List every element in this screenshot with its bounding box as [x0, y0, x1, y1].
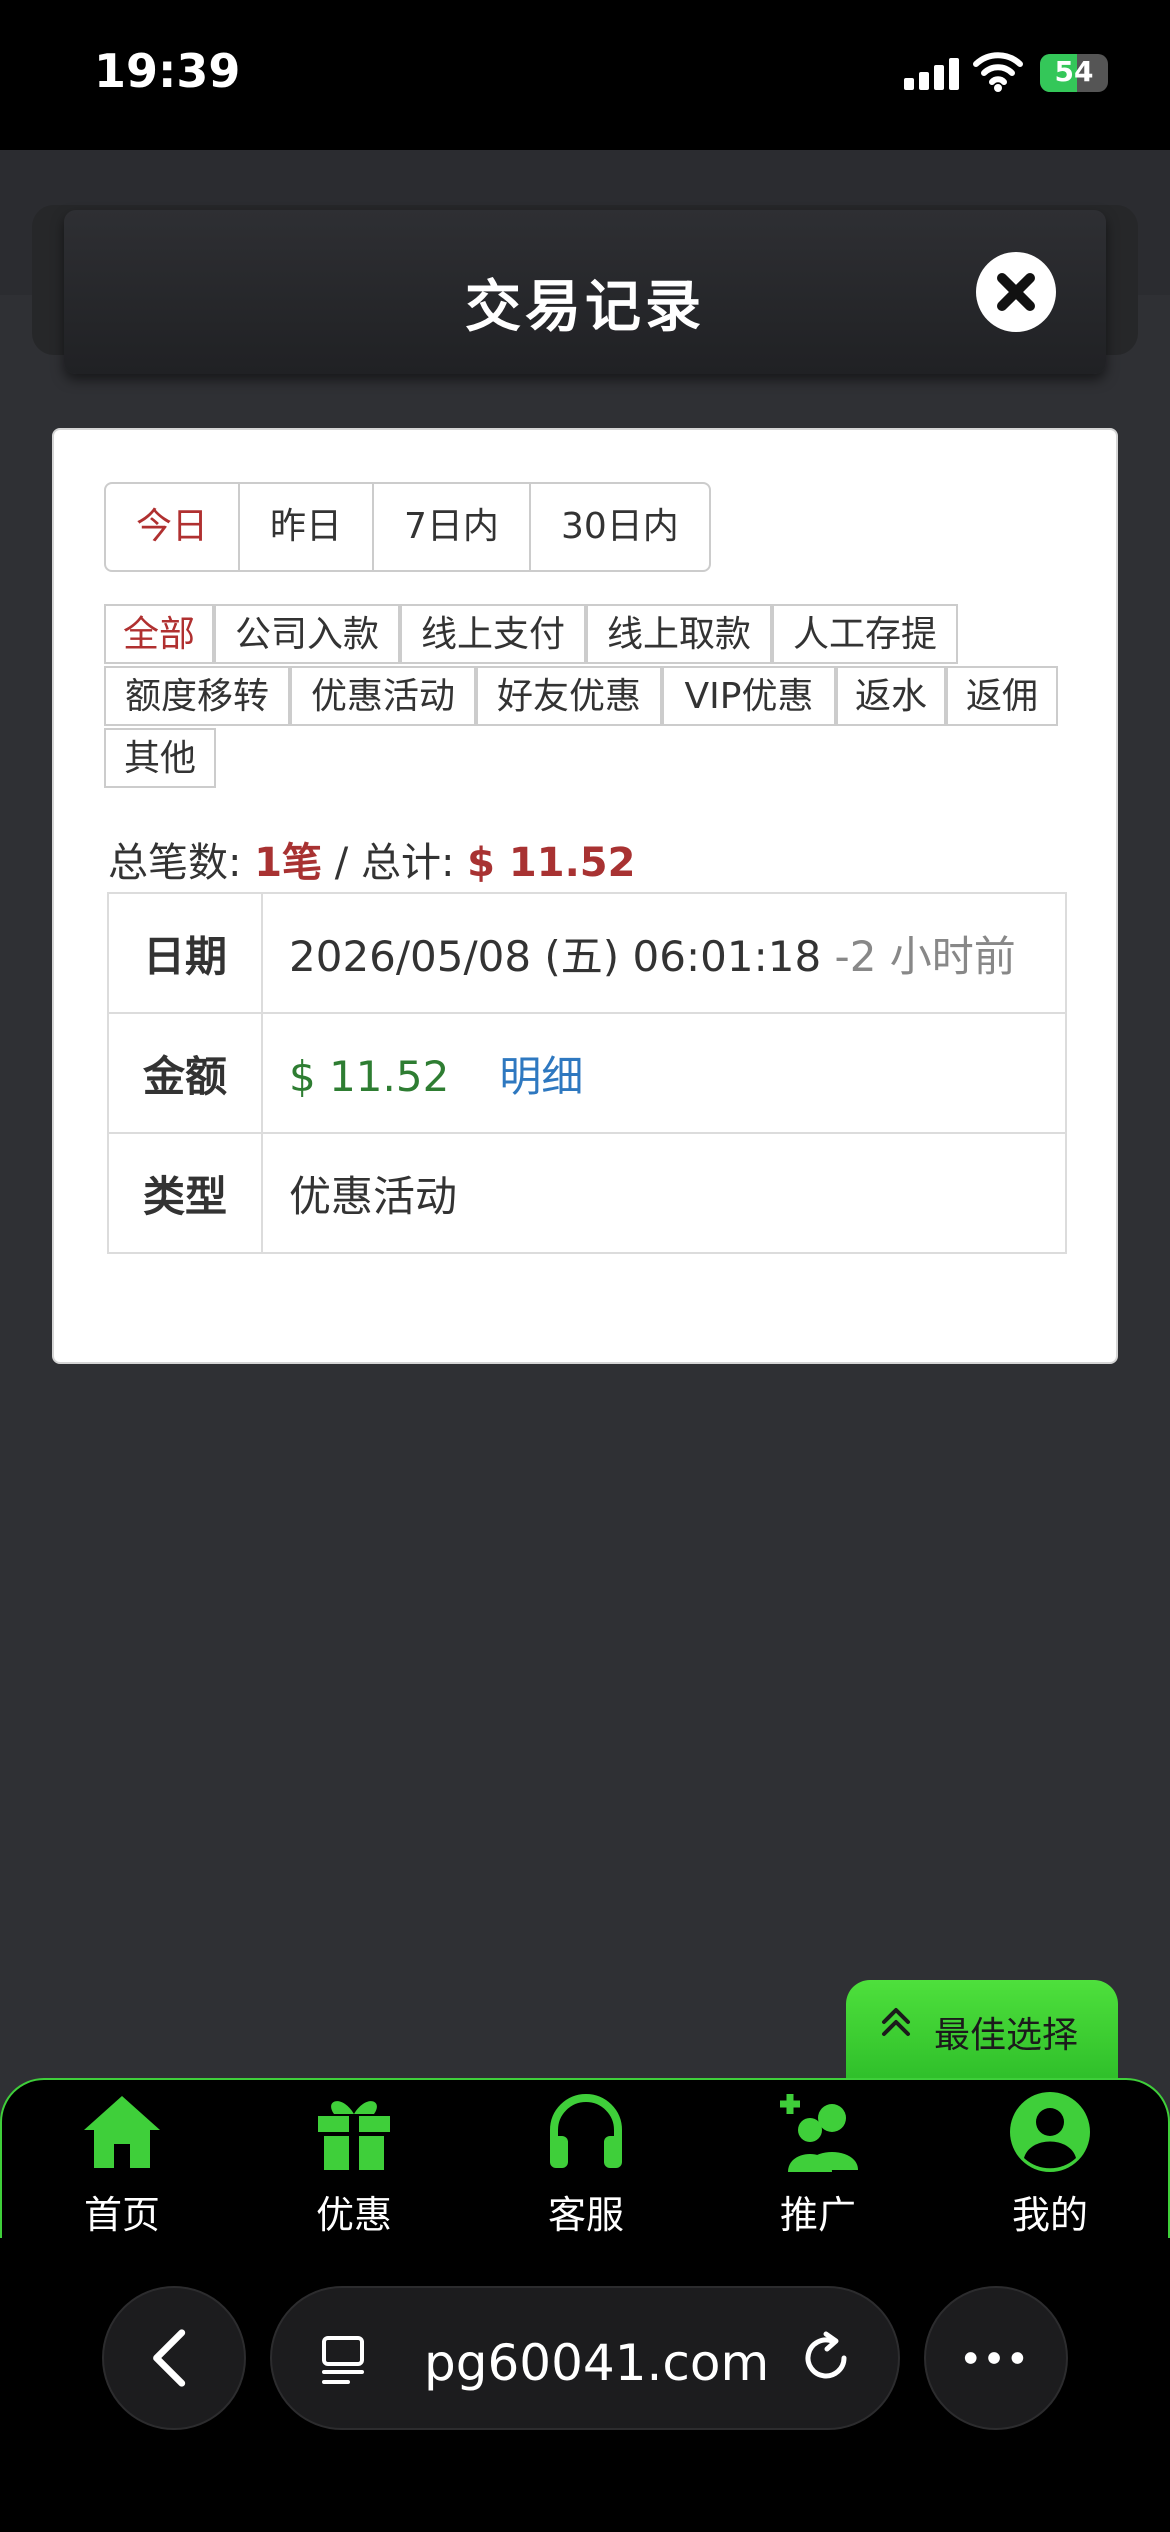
tab-type-rebate[interactable]: 返水 — [836, 666, 946, 726]
date-cell: 2026/05/08 (五) 06:01:18 -2 小时前 — [261, 892, 1067, 1014]
user-icon — [1010, 2092, 1090, 2172]
tab-type-manual[interactable]: 人工存提 — [772, 604, 958, 664]
page-title: 交易记录 — [465, 275, 705, 340]
detail-link[interactable]: 明细 — [499, 1052, 583, 1101]
date-filter-tabs: 今日 昨日 7日内 30日内 — [104, 482, 711, 572]
gift-icon — [318, 2101, 390, 2170]
amount-value: $ 11.52 — [289, 1051, 450, 1101]
table-row: 日期 2026/05/08 (五) 06:01:18 -2 小时前 — [107, 892, 1067, 1014]
tab-type-friend-bonus[interactable]: 好友优惠 — [476, 666, 662, 726]
status-time: 19:39 — [94, 44, 241, 98]
type-value: 优惠活动 — [261, 1132, 1067, 1254]
tab-yesterday[interactable]: 昨日 — [238, 484, 372, 570]
tab-type-commission[interactable]: 返佣 — [946, 666, 1058, 726]
tab-type-promotions[interactable]: 优惠活动 — [290, 666, 476, 726]
table-row: 金额 $ 11.52 明细 — [107, 1012, 1067, 1134]
nav-account[interactable]: 我的 — [970, 2080, 1130, 2240]
record-table: 日期 2026/05/08 (五) 06:01:18 -2 小时前 金额 $ 1… — [107, 892, 1067, 1254]
address-bar[interactable]: pg60041.com — [270, 2286, 900, 2430]
tab-type-online-withdrawal[interactable]: 线上取款 — [586, 604, 772, 664]
best-choice-label: 最佳选择 — [934, 2015, 1079, 2056]
amount-key: 金额 — [107, 1012, 263, 1134]
reload-icon[interactable] — [796, 2328, 856, 2388]
amount-cell: $ 11.52 明细 — [261, 1012, 1067, 1134]
date-key: 日期 — [107, 892, 263, 1014]
nav-home-label: 首页 — [83, 2193, 160, 2237]
headset-icon — [550, 2094, 622, 2168]
tab-30-days[interactable]: 30日内 — [528, 484, 709, 570]
tab-type-other[interactable]: 其他 — [104, 728, 216, 788]
battery-level: 54 — [1054, 55, 1094, 88]
date-ago: -2 小时前 — [821, 931, 1016, 981]
type-key: 类型 — [107, 1132, 263, 1254]
url-text: pg60041.com — [424, 2334, 770, 2392]
bottom-nav: 首页 优惠 客服 推广 我的 — [0, 2078, 1170, 2238]
double-chevron-up-icon — [882, 2008, 910, 2036]
tab-type-transfer[interactable]: 额度移转 — [104, 666, 290, 726]
close-button[interactable] — [976, 252, 1056, 332]
tab-type-online-payment[interactable]: 线上支付 — [400, 604, 586, 664]
count-label: 总笔数: — [108, 840, 242, 886]
close-icon — [997, 273, 1035, 311]
add-users-icon — [780, 2094, 858, 2172]
nav-referral[interactable]: 推广 — [738, 2080, 898, 2240]
home-icon — [84, 2096, 160, 2168]
browser-more-button[interactable] — [924, 2286, 1068, 2430]
nav-account-label: 我的 — [1011, 2193, 1088, 2237]
nav-referral-label: 推广 — [779, 2193, 856, 2237]
nav-support[interactable]: 客服 — [506, 2080, 666, 2240]
total-value: $ 11.52 — [467, 840, 636, 886]
transactions-panel: 今日 昨日 7日内 30日内 全部 公司入款 线上支付 线上取款 人工存提 额度… — [52, 428, 1118, 1364]
browser-back-button[interactable] — [102, 2286, 246, 2430]
tab-7-days[interactable]: 7日内 — [372, 484, 529, 570]
count-value: 1笔 — [254, 840, 323, 886]
nav-promotions-label: 优惠 — [315, 2193, 392, 2237]
modal-header: 交易记录 — [64, 210, 1106, 374]
tab-today[interactable]: 今日 — [106, 484, 238, 570]
summary-line: 总笔数: 1笔 / 总计: $ 11.52 — [108, 830, 635, 888]
summary-separator: / — [322, 840, 361, 886]
tab-type-company-deposit[interactable]: 公司入款 — [214, 604, 400, 664]
page-menu-icon — [322, 2336, 364, 2384]
nav-promotions[interactable]: 优惠 — [274, 2080, 434, 2240]
tab-type-all[interactable]: 全部 — [104, 604, 214, 664]
date-value: 2026/05/08 (五) 06:01:18 — [289, 931, 822, 981]
battery-icon: 54 — [1040, 54, 1108, 92]
chevron-left-icon — [153, 2329, 186, 2387]
signal-icon — [904, 58, 960, 90]
best-choice-button[interactable]: 最佳选择 — [846, 1980, 1118, 2080]
nav-home[interactable]: 首页 — [42, 2080, 202, 2240]
table-row: 类型 优惠活动 — [107, 1132, 1067, 1254]
total-label: 总计: — [360, 840, 455, 886]
status-bar: 19:39 54 — [0, 0, 1170, 150]
browser-toolbar: pg60041.com — [0, 2238, 1170, 2532]
more-dots-icon — [964, 2352, 1024, 2364]
wifi-icon — [973, 52, 1023, 92]
tab-type-vip-bonus[interactable]: VIP优惠 — [662, 666, 836, 726]
nav-support-label: 客服 — [547, 2193, 624, 2237]
